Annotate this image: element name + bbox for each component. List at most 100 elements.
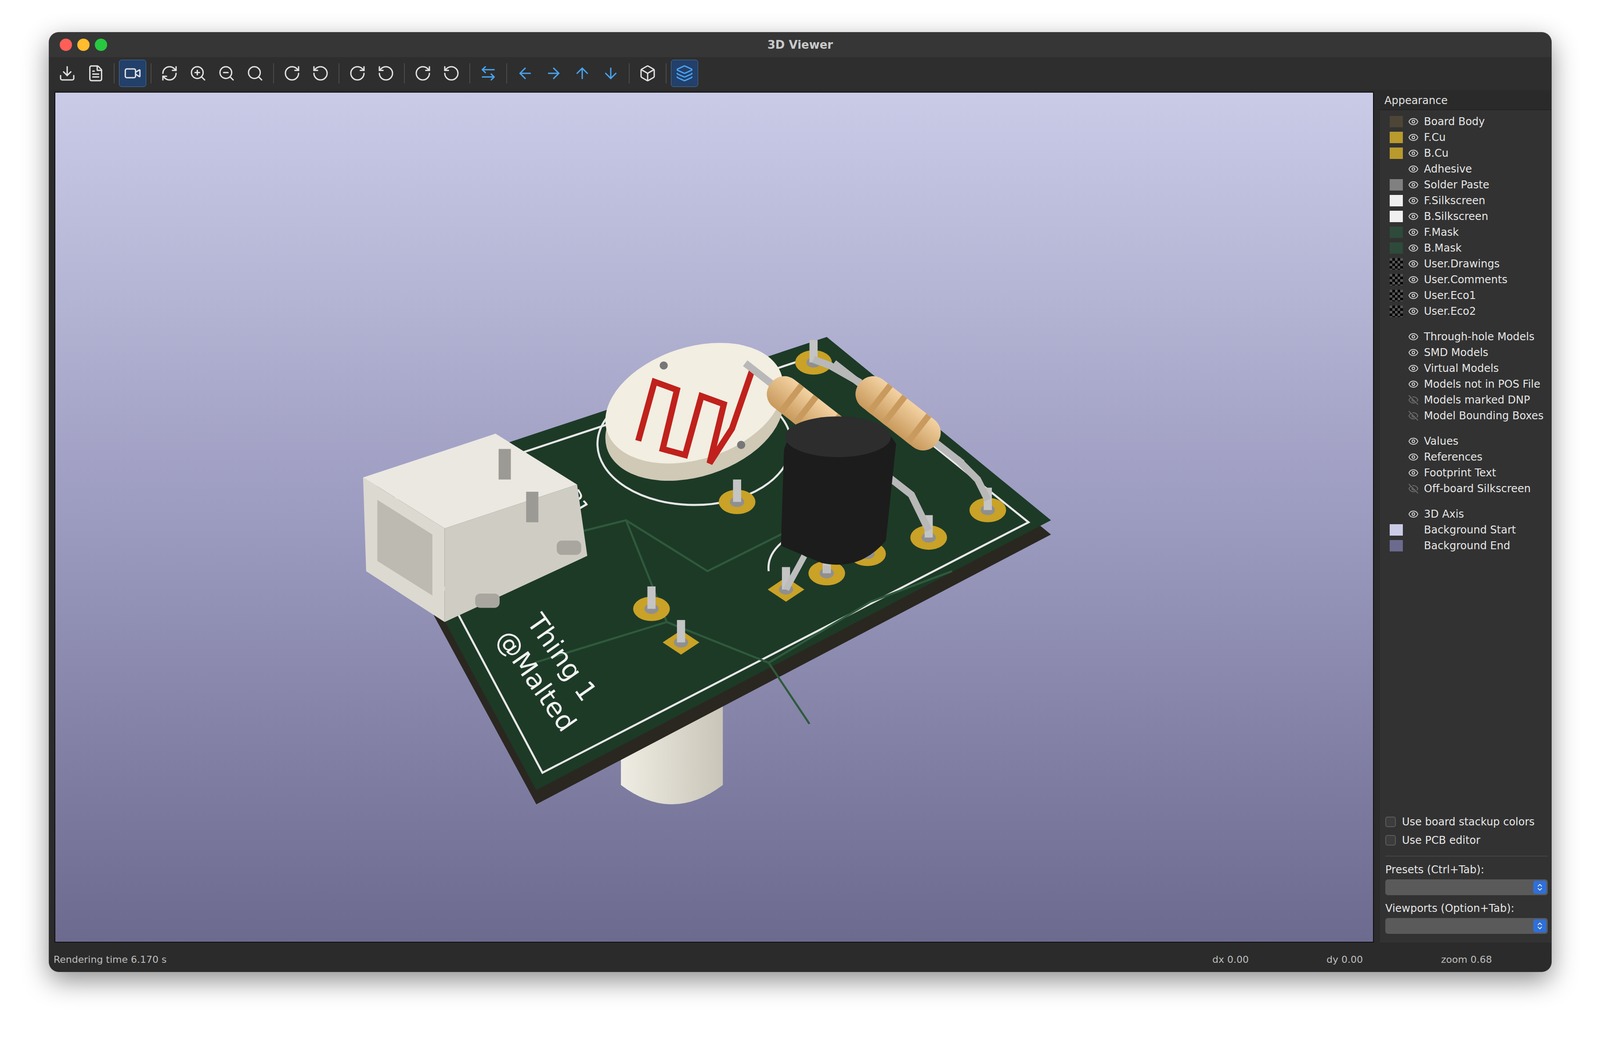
visibility-toggle[interactable]	[1407, 393, 1420, 407]
toolbar-button[interactable]	[343, 59, 372, 87]
visibility-toggle[interactable]	[1407, 435, 1420, 448]
toolbar-button[interactable]	[241, 59, 269, 87]
layer-row[interactable]: User.Drawings	[1380, 255, 1552, 272]
visibility-toggle[interactable]	[1407, 362, 1420, 375]
color-swatch[interactable]	[1389, 435, 1403, 447]
color-swatch[interactable]	[1389, 305, 1403, 318]
color-swatch[interactable]	[1389, 524, 1403, 536]
visibility-toggle[interactable]	[1407, 482, 1420, 495]
layer-row[interactable]: Values	[1380, 433, 1552, 450]
visibility-toggle[interactable]	[1407, 305, 1420, 318]
visibility-toggle[interactable]	[1407, 409, 1420, 422]
pcb-render[interactable]: P1Thing 1@Malted	[55, 92, 1373, 942]
minimize-button[interactable]	[77, 38, 90, 51]
option-checkbox[interactable]: Use board stackup colors	[1385, 812, 1548, 832]
color-swatch[interactable]	[1389, 131, 1403, 144]
toolbar-button[interactable]	[597, 59, 625, 87]
toolbar-button[interactable]	[437, 59, 465, 87]
toolbar-button[interactable]	[670, 59, 699, 87]
layer-row[interactable]: Background End	[1380, 537, 1552, 554]
visibility-toggle[interactable]	[1407, 378, 1420, 391]
layer-row[interactable]: Adhesive	[1380, 161, 1552, 177]
toolbar-button[interactable]	[118, 59, 147, 87]
layer-row[interactable]: User.Comments	[1380, 271, 1552, 288]
color-swatch[interactable]	[1389, 451, 1403, 463]
toolbar-button[interactable]	[212, 59, 241, 87]
visibility-toggle[interactable]	[1407, 226, 1420, 239]
color-swatch[interactable]	[1389, 242, 1403, 254]
color-swatch[interactable]	[1389, 194, 1403, 207]
color-swatch[interactable]	[1389, 258, 1403, 270]
viewports-select[interactable]	[1385, 918, 1548, 934]
color-swatch[interactable]	[1389, 467, 1403, 479]
color-swatch[interactable]	[1389, 378, 1403, 390]
visibility-toggle[interactable]	[1407, 346, 1420, 359]
toolbar-button[interactable]	[155, 59, 184, 87]
toolbar-button[interactable]	[82, 59, 110, 87]
toolbar-button[interactable]	[372, 59, 400, 87]
visibility-toggle[interactable]	[1407, 210, 1420, 223]
color-swatch[interactable]	[1389, 289, 1403, 302]
title-bar[interactable]: 3D Viewer	[49, 32, 1552, 58]
visibility-toggle[interactable]	[1407, 289, 1420, 302]
color-swatch[interactable]	[1389, 226, 1403, 238]
color-swatch[interactable]	[1389, 115, 1403, 128]
layer-row[interactable]: Through-hole Models	[1380, 328, 1552, 345]
layer-row[interactable]: B.Mask	[1380, 240, 1552, 256]
color-swatch[interactable]	[1389, 179, 1403, 191]
toolbar-button[interactable]	[540, 59, 568, 87]
layer-row[interactable]: B.Cu	[1380, 145, 1552, 162]
3d-canvas[interactable]: P1Thing 1@Malted	[54, 91, 1374, 943]
visibility-toggle[interactable]	[1407, 330, 1420, 343]
visibility-toggle[interactable]	[1407, 131, 1420, 144]
zoom-button[interactable]	[94, 38, 108, 51]
layer-row[interactable]: Models marked DNP	[1380, 392, 1552, 408]
layer-row[interactable]: Board Body	[1380, 113, 1552, 130]
layer-row[interactable]: F.Cu	[1380, 129, 1552, 146]
layer-row[interactable]: 3D Axis	[1380, 506, 1552, 523]
layer-row[interactable]: Solder Paste	[1380, 176, 1552, 193]
layer-row[interactable]: References	[1380, 449, 1552, 465]
layer-row[interactable]: Virtual Models	[1380, 360, 1552, 377]
option-checkbox[interactable]: Use PCB editor	[1385, 831, 1548, 850]
color-swatch[interactable]	[1389, 362, 1403, 375]
visibility-toggle[interactable]	[1407, 147, 1420, 160]
layer-row[interactable]: Model Bounding Boxes	[1380, 407, 1552, 424]
toolbar-button[interactable]	[409, 59, 437, 87]
layer-row[interactable]: Off-board Silkscreen	[1380, 480, 1552, 497]
layer-row[interactable]: Footprint Text	[1380, 464, 1552, 481]
visibility-toggle[interactable]	[1407, 273, 1420, 286]
close-button[interactable]	[59, 38, 73, 51]
layer-row[interactable]: F.Mask	[1380, 224, 1552, 241]
checkbox[interactable]	[1385, 835, 1396, 846]
color-swatch[interactable]	[1389, 210, 1403, 223]
color-swatch[interactable]	[1389, 482, 1403, 495]
layer-row[interactable]: User.Eco2	[1380, 303, 1552, 320]
toolbar-button[interactable]	[511, 59, 539, 87]
toolbar-button[interactable]	[568, 59, 596, 87]
visibility-toggle[interactable]	[1407, 466, 1420, 480]
visibility-toggle[interactable]	[1407, 178, 1420, 191]
toolbar-button[interactable]	[474, 59, 502, 87]
toolbar-button[interactable]	[634, 59, 662, 87]
checkbox[interactable]	[1385, 816, 1396, 828]
color-swatch[interactable]	[1389, 331, 1403, 343]
visibility-toggle[interactable]	[1407, 115, 1420, 128]
visibility-toggle[interactable]	[1407, 508, 1420, 521]
toolbar-button[interactable]	[306, 59, 335, 87]
toolbar-button[interactable]	[53, 59, 81, 87]
layer-row[interactable]: Background Start	[1380, 522, 1552, 538]
color-swatch[interactable]	[1389, 410, 1403, 422]
color-swatch[interactable]	[1389, 346, 1403, 359]
color-swatch[interactable]	[1389, 273, 1403, 286]
toolbar-button[interactable]	[278, 59, 306, 87]
visibility-toggle[interactable]	[1407, 450, 1420, 464]
layer-row[interactable]: SMD Models	[1380, 344, 1552, 361]
visibility-toggle[interactable]	[1407, 241, 1420, 255]
visibility-toggle[interactable]	[1407, 194, 1420, 207]
layer-row[interactable]: User.Eco1	[1380, 287, 1552, 304]
visibility-toggle[interactable]	[1407, 162, 1420, 176]
layer-row[interactable]: F.Silkscreen	[1380, 192, 1552, 209]
color-swatch[interactable]	[1389, 508, 1403, 520]
layer-row[interactable]: B.Silkscreen	[1380, 208, 1552, 225]
